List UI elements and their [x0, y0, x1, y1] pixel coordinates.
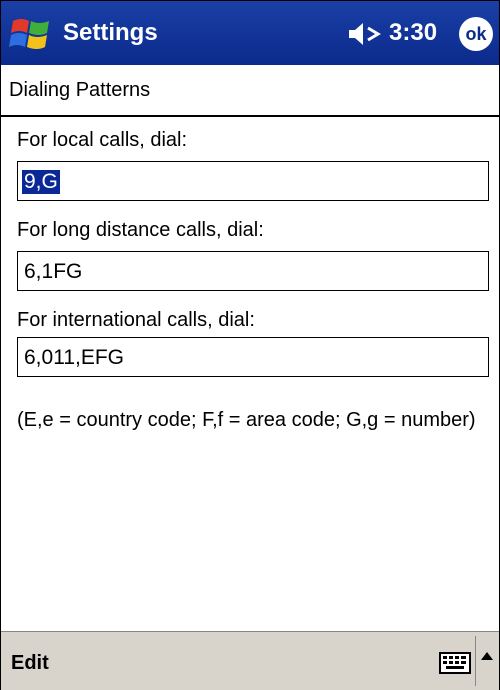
heading-divider	[1, 115, 499, 117]
title-bar: Settings 3:30 ok	[1, 1, 499, 65]
page-title: Dialing Patterns	[9, 79, 151, 101]
pocketpc-screen: Settings 3:30 ok Dialing Patterns For lo…	[0, 0, 500, 690]
long-distance-value[interactable]: 6,1FG	[24, 260, 82, 284]
international-field[interactable]: 6,011,EFG	[17, 337, 489, 377]
help-text: (E,e = country code; F,f = area code; G,…	[17, 409, 476, 431]
long-distance-field[interactable]: 6,1FG	[17, 251, 489, 291]
windows-flag-icon[interactable]	[9, 15, 53, 53]
arrow-up-icon[interactable]	[475, 636, 498, 686]
keyboard-icon[interactable]	[439, 652, 471, 674]
clock[interactable]: 3:30	[389, 19, 437, 47]
international-label: For international calls, dial:	[17, 309, 255, 331]
ok-button[interactable]: ok	[459, 17, 493, 51]
local-calls-label: For local calls, dial:	[17, 129, 188, 151]
local-calls-field[interactable]: 9,G	[17, 161, 489, 201]
menu-bar: Edit	[1, 631, 499, 690]
long-distance-label: For long distance calls, dial:	[17, 219, 264, 241]
speaker-icon[interactable]	[347, 21, 381, 47]
edit-menu[interactable]: Edit	[11, 652, 49, 675]
arrow-glyph	[481, 652, 493, 660]
international-value[interactable]: 6,011,EFG	[24, 346, 124, 370]
app-title: Settings	[63, 19, 158, 46]
local-calls-value[interactable]: 9,G	[22, 170, 60, 194]
